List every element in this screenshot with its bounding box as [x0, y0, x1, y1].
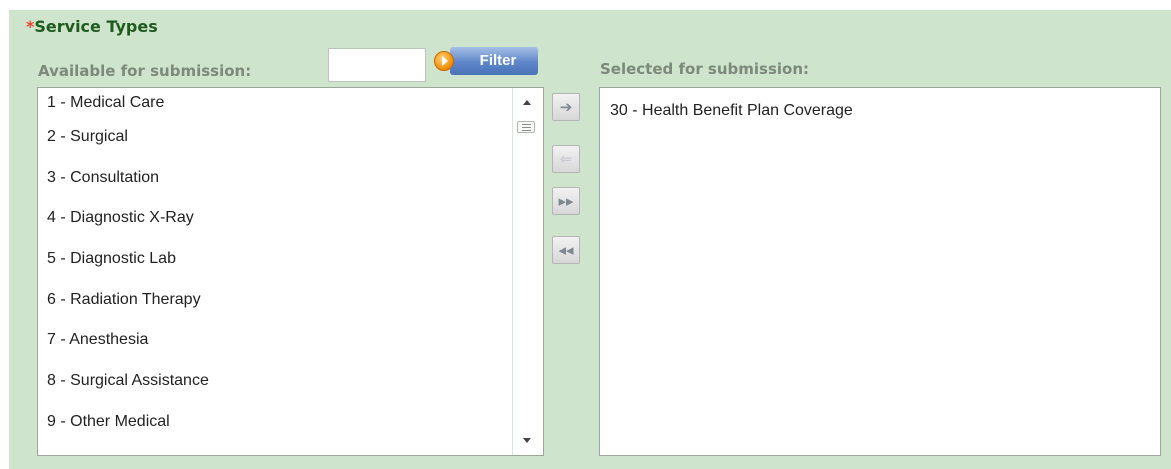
list-item[interactable]: 9 - Other Medical [38, 402, 513, 443]
double-arrow-left-icon: ◂◂ [558, 241, 574, 259]
list-item[interactable]: 5 - Diagnostic Lab [38, 239, 513, 280]
available-listbox[interactable]: 1 - Medical Care 2 - Surgical 3 - Consulta… [37, 87, 544, 456]
vertical-scrollbar[interactable] [512, 88, 543, 455]
list-item[interactable]: 7 - Anesthesia [38, 320, 513, 361]
move-all-right-button[interactable]: ▸▸ [552, 187, 580, 215]
move-left-button[interactable]: ⇐ [552, 145, 580, 173]
section-title: *Service Types [26, 17, 158, 36]
list-item[interactable]: 6 - Radiation Therapy [38, 280, 513, 321]
selected-label: Selected for submission: [600, 60, 810, 78]
arrow-left-icon: ⇐ [559, 150, 573, 168]
selected-listbox[interactable]: 30 - Health Benefit Plan Coverage [599, 87, 1161, 456]
list-item[interactable]: 1 - Medical Care [38, 93, 513, 117]
list-item[interactable]: 3 - Consultation [38, 158, 513, 199]
section-title-text: Service Types [34, 17, 158, 36]
selected-list-item[interactable]: 30 - Health Benefit Plan Coverage [600, 88, 1160, 120]
move-all-left-button[interactable]: ◂◂ [552, 236, 580, 264]
scroll-up-arrow-icon[interactable] [523, 100, 531, 105]
available-list: 1 - Medical Care 2 - Surgical 3 - Consulta… [38, 88, 513, 455]
filter-input[interactable] [328, 48, 426, 82]
filter-button[interactable]: Filter [432, 47, 538, 75]
filter-button-label: Filter [450, 47, 538, 75]
list-item[interactable]: 2 - Surgical [38, 117, 513, 158]
scroll-down-arrow-icon[interactable] [523, 438, 531, 443]
scroll-thumb[interactable] [517, 121, 535, 133]
move-right-button[interactable]: ➔ [552, 93, 580, 121]
double-arrow-right-icon: ▸▸ [558, 192, 574, 210]
list-item[interactable]: 8 - Surgical Assistance [38, 361, 513, 402]
arrow-right-icon: ➔ [559, 98, 573, 116]
list-item[interactable]: 4 - Diagnostic X-Ray [38, 198, 513, 239]
selected-list: 30 - Health Benefit Plan Coverage [600, 88, 1160, 120]
play-circle-icon [434, 51, 454, 71]
available-label: Available for submission: [38, 62, 252, 80]
